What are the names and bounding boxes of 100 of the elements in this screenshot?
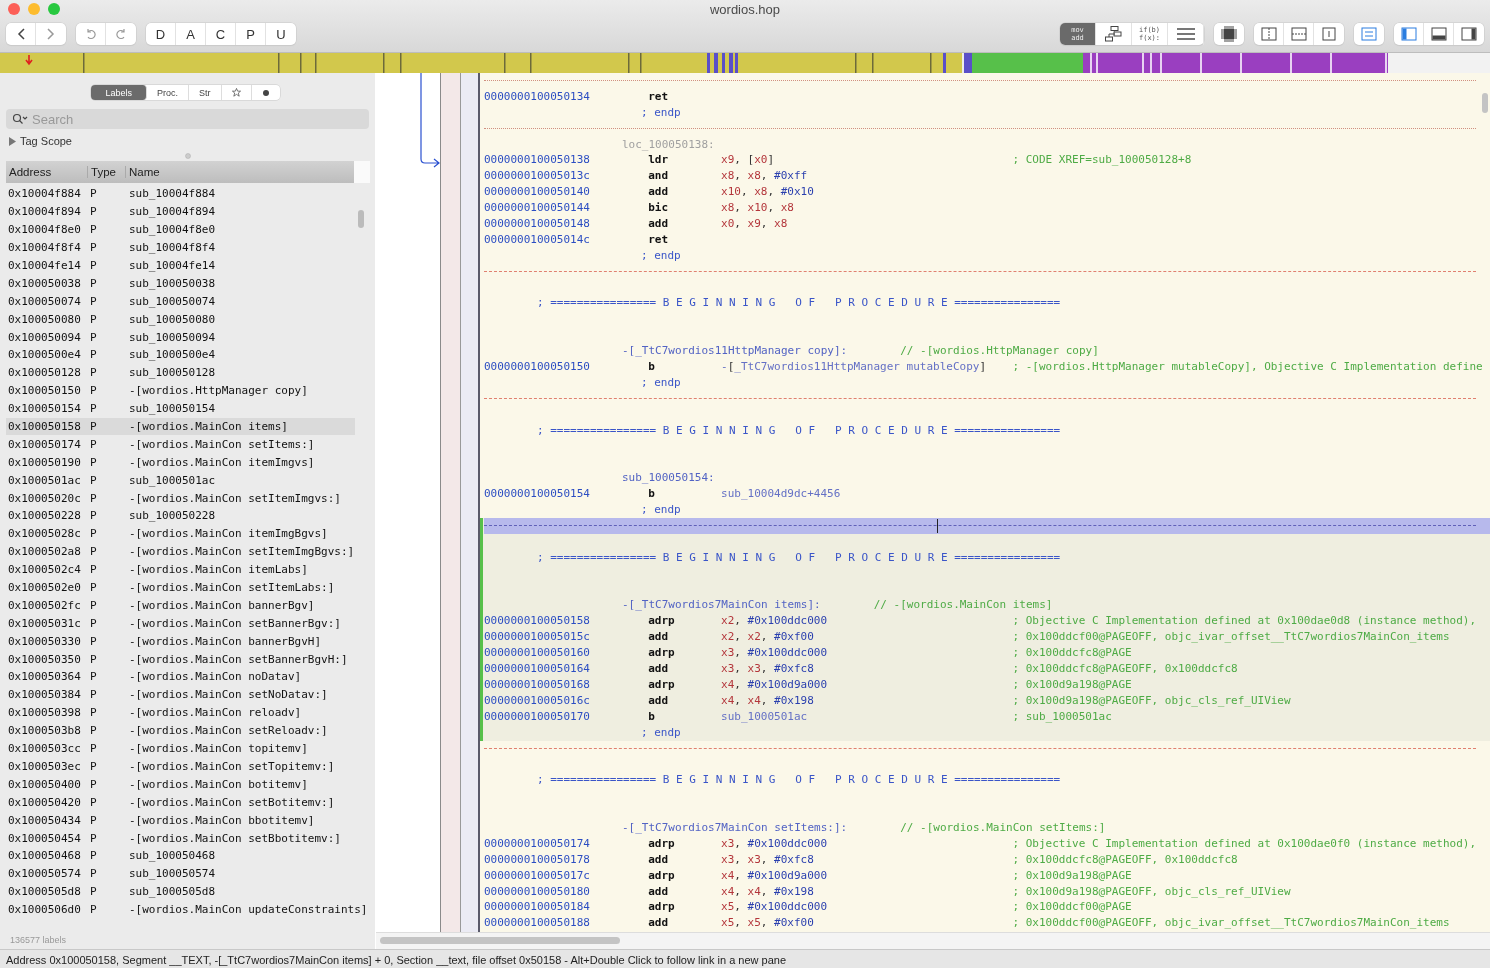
address-text[interactable]: 0000000100050178 [484,851,649,868]
label-row[interactable]: 0x100050228 P sub_100050228 [6,507,355,525]
operands-text[interactable]: x5, x5, #0xf00 [721,915,1013,932]
label-row[interactable]: 0x100050128 P sub_100050128 [6,363,355,382]
label-row[interactable]: 0x100050454 P -[wordios.MainCon setBbotitemv:] [6,829,355,847]
address-text[interactable]: 0000000100050144 [484,200,649,216]
label-text[interactable]: -[_TtC7wordios7MainCon items]: [622,597,821,614]
address-text[interactable]: 000000010005014c [484,231,649,248]
operands-text[interactable]: x2, x2, #0xf00 [721,629,1013,646]
label-row[interactable]: 0x100050384 P -[wordios.MainCon setNoDatav:] [6,685,355,704]
label-row[interactable]: 0x10005031c P -[wordios.MainCon setBannerBgv:] [6,614,355,633]
address-text[interactable]: 0000000100050168 [484,676,649,693]
address-text[interactable]: 0000000100050140 [484,184,649,201]
label-row[interactable]: 0x100050174 P -[wordios.MainCon setItems:] [6,435,355,454]
operands-text[interactable]: x2, #0x100ddc000 [721,613,1013,630]
label-row[interactable]: 0x100050154 P sub_100050154 [6,399,355,418]
label-row[interactable]: 0x10004f894 P sub_10004f894 [6,202,355,221]
tab[interactable]: Labels [91,85,147,100]
label-row[interactable]: 0x1000502fc P -[wordios.MainCon bannerBgv] [6,596,355,615]
label-row[interactable]: 0x100050080 P sub_100050080 [6,310,355,329]
label-row[interactable]: 0x100050574 P sub_100050574 [6,864,355,883]
address-text[interactable]: 0000000100050150 [484,359,649,375]
tab[interactable]: Str [189,85,222,100]
operands-text[interactable]: x4, #0x100d9a000 [721,867,1013,884]
scroll-thumb[interactable] [358,210,364,228]
toolbar-button[interactable]: U [266,23,296,45]
label-row[interactable]: 0x100050074 P sub_100050074 [6,292,355,311]
toolbar-button[interactable]: D [146,23,176,45]
tag-scope-toggle[interactable]: Tag Scope [8,135,375,147]
minimize-button[interactable] [28,3,40,15]
scroll-thumb[interactable] [380,937,620,944]
label-row[interactable]: 0x1000503ec P -[wordios.MainCon setTopitemv:] [6,757,355,776]
operands-text[interactable]: x3, x3, #0xfc8 [721,851,1013,868]
label-row[interactable]: 0x100050398 P -[wordios.MainCon reloadv] [6,703,355,722]
label-row[interactable]: 0x1000503cc P -[wordios.MainCon topitemv] [6,739,355,758]
label-row[interactable]: 0x100050468 P sub_100050468 [6,846,355,865]
address-text[interactable]: 000000010005017c [484,867,649,884]
label-row[interactable]: 0x100050150 P -[wordios.HttpManager copy] [6,381,355,400]
operands-text[interactable]: sub_1000501ac [721,708,1013,725]
label-row[interactable]: 0x1000502a8 P -[wordios.MainCon setItemImgBgvs:] [6,542,355,561]
address-text[interactable]: 0000000100050184 [484,899,649,916]
label-row[interactable]: 0x100050434 P -[wordios.MainCon bbotitemv] [6,811,355,830]
operands-text[interactable]: x4, x4, #0x198 [721,692,1013,709]
column-header[interactable]: Type [88,166,126,178]
label-row[interactable]: 0x1000501ac P sub_1000501ac [6,471,355,490]
operands-text[interactable]: x4, x4, #0x198 [721,883,1013,900]
address-text[interactable]: 0000000100050158 [484,613,649,630]
label-row[interactable]: 0x1000503b8 P -[wordios.MainCon setReloadv:] [6,721,355,740]
address-text[interactable]: 0000000100050160 [484,645,649,662]
tab[interactable]: Proc. [147,85,189,100]
operands-text[interactable]: x4, #0x100d9a000 [721,676,1013,693]
address-text[interactable]: 0000000100050180 [484,883,649,900]
operands-text[interactable]: x3, #0x100ddc000 [721,645,1013,662]
label-row[interactable]: 0x10004f884 P sub_10004f884 [6,185,355,203]
toolbar-button[interactable]: C [206,23,236,45]
label-row[interactable]: 0x1000502e0 P -[wordios.MainCon setItemLabs:] [6,578,355,597]
label-row[interactable]: 0x100050330 P -[wordios.MainCon bannerBgvH] [6,632,355,651]
address-text[interactable]: 000000010005016c [484,692,649,709]
operands-text[interactable]: x9, [x0] [721,152,1013,169]
label-row[interactable]: 0x100050094 P sub_100050094 [6,328,355,346]
label-row[interactable]: 0x10004f8f4 P sub_10004f8f4 [6,238,355,257]
toolbar-button[interactable]: A [176,23,206,45]
label-row[interactable]: 0x100050038 P sub_100050038 [6,274,355,293]
label-row[interactable]: 0x10005028c P -[wordios.MainCon itemImgBgvs] [6,524,355,543]
label-row[interactable]: 0x10004fe14 P sub_10004fe14 [6,256,355,275]
toolbar-button[interactable]: P [236,23,266,45]
column-header[interactable]: Name [126,166,354,178]
operands-text[interactable]: x5, #0x100ddc000 [721,899,1013,916]
operands-text[interactable]: x3, #0x100ddc000 [721,835,1013,852]
operands-text[interactable]: x10, x8, #0x10 [721,184,1013,201]
address-text[interactable]: 0000000100050138 [484,152,649,169]
address-text[interactable]: 0000000100050148 [484,216,649,232]
address-text[interactable]: 000000010005013c [484,168,649,185]
label-row[interactable]: 0x1000505d8 P sub_1000505d8 [6,882,355,901]
label-row[interactable]: 0x1000502c4 P -[wordios.MainCon itemLabs] [6,560,355,579]
operands-text[interactable]: sub_10004d9dc+4456 [721,486,1013,503]
address-text[interactable]: 0000000100050154 [484,486,649,503]
zoom-button[interactable] [48,3,60,15]
address-text[interactable]: 0000000100050170 [484,708,649,725]
label-row[interactable]: 0x100050420 P -[wordios.MainCon setBotitemv:] [6,793,355,812]
address-text[interactable]: 000000010005015c [484,629,649,646]
operands-text[interactable]: -[_TtC7wordios11HttpManager mutableCopy] [721,359,1013,375]
address-text[interactable]: 0000000100050134 [484,88,649,105]
operands-text[interactable]: x3, x3, #0xfc8 [721,661,1013,677]
segment-map-drawing[interactable] [0,53,1490,73]
close-button[interactable] [8,3,20,15]
label-row[interactable]: 0x100050158 P -[wordios.MainCon items] [6,417,355,436]
address-text[interactable]: 0000000100050188 [484,915,649,932]
address-text[interactable]: 0000000100050164 [484,661,649,677]
label-text[interactable]: -[_TtC7wordios7MainCon setItems:]: [622,820,848,836]
scroll-thumb[interactable] [1482,93,1488,113]
column-header[interactable]: Address [6,166,88,178]
splitter-handle[interactable] [184,153,191,159]
operands-text[interactable]: x0, x9, x8 [721,216,1013,232]
label-row[interactable]: 0x100050350 P -[wordios.MainCon setBannerBgvH:] [6,650,355,669]
label-row[interactable]: 0x10004f8e0 P sub_10004f8e0 [6,220,355,239]
label-text[interactable]: -[_TtC7wordios11HttpManager copy]: [622,343,848,360]
label-row[interactable]: 0x1000500e4 P sub_1000500e4 [6,346,355,364]
label-row[interactable]: 0x100050400 P -[wordios.MainCon botitemv] [6,775,355,794]
operands-text[interactable]: x8, x10, x8 [721,200,1013,216]
